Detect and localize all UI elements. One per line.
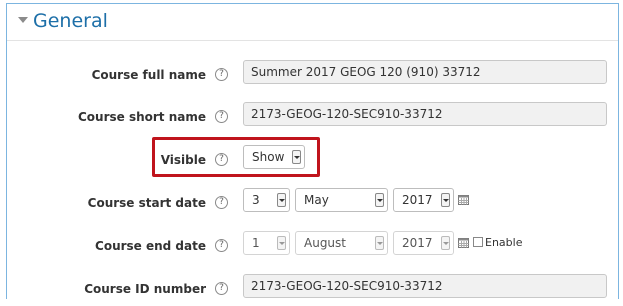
startdate-day-value: 3 [252, 193, 260, 207]
row-fullname: Course full name ? Summer 2017 GEOG 120 … [7, 60, 618, 92]
general-fieldset: General Course full name ? Summer 2017 G… [6, 3, 619, 299]
shortname-label: Course short name [77, 110, 206, 124]
startdate-month-select[interactable]: May [295, 188, 388, 212]
dropdown-arrow-icon [277, 193, 286, 207]
row-startdate: Course start date ? 3 May 2017 [7, 188, 618, 220]
help-icon[interactable]: ? [215, 282, 228, 295]
enable-checkbox[interactable] [473, 237, 483, 247]
help-icon[interactable]: ? [215, 239, 228, 252]
enddate-year-value: 2017 [402, 236, 433, 250]
shortname-input[interactable]: 2173-GEOG-120-SEC910-33712 [243, 102, 607, 126]
enddate-day-value: 1 [252, 236, 260, 250]
idnumber-input[interactable]: 2173-GEOG-120-SEC910-33712 [243, 274, 607, 298]
help-icon[interactable]: ? [215, 196, 228, 209]
startdate-year-value: 2017 [402, 193, 433, 207]
calendar-icon[interactable] [458, 194, 469, 205]
row-idnumber: Course ID number ? 2173-GEOG-120-SEC910-… [7, 274, 618, 306]
startdate-year-select[interactable]: 2017 [393, 188, 454, 212]
dropdown-arrow-icon [441, 193, 450, 207]
fullname-label: Course full name [91, 68, 206, 82]
enddate-month-value: August [304, 236, 346, 250]
row-shortname: Course short name ? 2173-GEOG-120-SEC910… [7, 102, 618, 134]
enddate-month-select[interactable]: August [295, 231, 388, 255]
help-icon[interactable]: ? [215, 68, 228, 81]
dropdown-arrow-icon [441, 236, 450, 250]
help-icon[interactable]: ? [215, 110, 228, 123]
row-enddate: Course end date ? 1 August 2017 Enable [7, 231, 618, 263]
calendar-icon[interactable] [458, 237, 469, 248]
fullname-input[interactable]: Summer 2017 GEOG 120 (910) 33712 [243, 60, 607, 84]
section-header[interactable]: General [7, 4, 618, 41]
highlight-box [152, 137, 320, 177]
enable-label: Enable [485, 236, 523, 249]
dropdown-arrow-icon [375, 193, 384, 207]
section-title: General [33, 10, 108, 32]
idnumber-label: Course ID number [84, 282, 206, 296]
startdate-day-select[interactable]: 3 [243, 188, 290, 212]
enddate-label: Course end date [95, 239, 206, 253]
dropdown-arrow-icon [375, 236, 384, 250]
collapse-caret-icon[interactable] [18, 17, 28, 23]
dropdown-arrow-icon [277, 236, 286, 250]
enddate-day-select[interactable]: 1 [243, 231, 290, 255]
enddate-year-select[interactable]: 2017 [393, 231, 454, 255]
startdate-month-value: May [304, 193, 329, 207]
startdate-label: Course start date [87, 196, 206, 210]
